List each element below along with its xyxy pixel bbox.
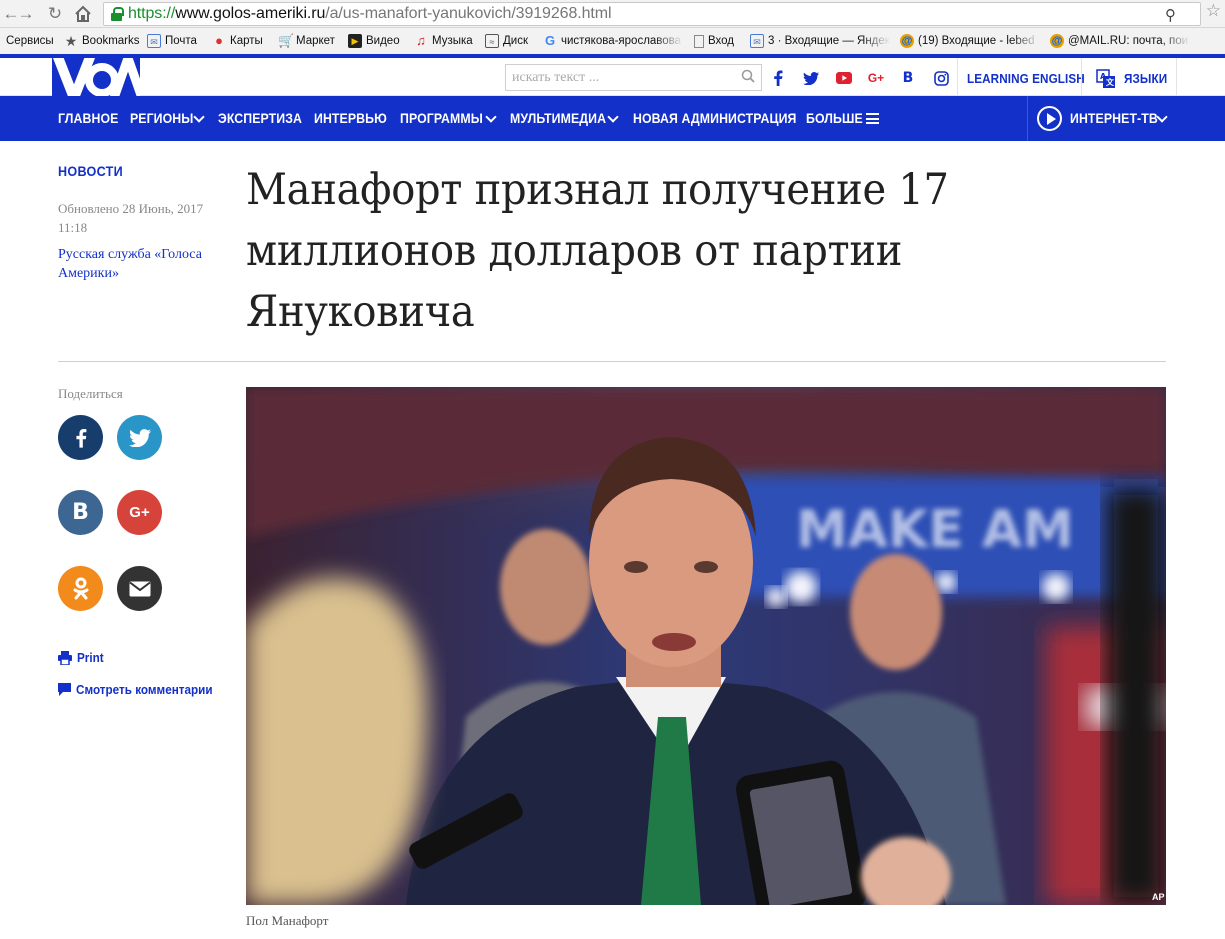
- music-icon: ♫: [416, 33, 426, 48]
- forward-icon[interactable]: →: [15, 3, 37, 25]
- learning-english-link[interactable]: LEARNING ENGLISH: [967, 71, 1085, 86]
- reload-icon[interactable]: ↻: [44, 3, 66, 25]
- zoom-icon[interactable]: ⚲: [1165, 6, 1176, 24]
- nav-item-regions[interactable]: РЕГИОНЫ: [130, 110, 193, 126]
- video-icon: ▶: [348, 34, 362, 48]
- author-link[interactable]: Русская служба «Голоса Америки»: [58, 245, 218, 283]
- bookmark-services[interactable]: Сервисы: [6, 33, 54, 49]
- page-title: Манафорт признал получение 17 миллионов …: [246, 165, 949, 337]
- utility-divider: [957, 58, 958, 96]
- bookmark-google[interactable]: Gчистякова-ярославова: [543, 33, 683, 49]
- bookmark-market[interactable]: 🛒 Маркет: [278, 33, 335, 49]
- nav-item-internet-tv[interactable]: ИНТЕРНЕТ-ТВ: [1070, 110, 1158, 126]
- bookmarks-bar: Сервисы ★ Bookmarks ✉ Почта ● Карты 🛒 Маркет…: [0, 28, 1225, 54]
- play-icon[interactable]: [1037, 106, 1062, 131]
- print-label: Print: [77, 650, 104, 665]
- nav-item-multimedia[interactable]: МУЛЬТИМЕДИА: [510, 110, 606, 126]
- share-email-button[interactable]: [117, 566, 162, 611]
- mail-ru-icon: @: [1050, 34, 1064, 48]
- menu-icon[interactable]: [866, 113, 879, 124]
- voa-logo[interactable]: [52, 58, 140, 96]
- cart-icon: 🛒: [278, 33, 295, 48]
- share-label: Поделиться: [58, 386, 123, 401]
- google-plus-icon: G+: [129, 504, 150, 521]
- disk-icon: ≈: [485, 34, 499, 48]
- mail-ru-icon: @: [900, 34, 914, 48]
- section-label[interactable]: НОВОСТИ: [58, 163, 123, 179]
- divider: [58, 361, 1166, 362]
- nav-item-main[interactable]: ГЛАВНОЕ: [58, 110, 118, 126]
- print-link[interactable]: Print: [58, 650, 107, 665]
- utility-divider: [1176, 58, 1177, 96]
- bookmark-mail[interactable]: ✉ Почта: [147, 33, 197, 49]
- vk-icon: В: [72, 500, 89, 525]
- home-icon[interactable]: [72, 3, 94, 25]
- languages-icon: A文: [1096, 69, 1116, 94]
- bookmark-yandex-inbox[interactable]: ✉ 3 · Входящие — Яндек: [750, 33, 890, 49]
- youtube-icon[interactable]: [834, 68, 854, 88]
- mail-icon: ✉: [147, 34, 161, 48]
- share-google-plus-button[interactable]: G+: [117, 490, 162, 535]
- search-input[interactable]: [506, 65, 726, 90]
- nav-divider: [1027, 96, 1028, 141]
- bookmark-disk[interactable]: ≈ Диск: [485, 33, 528, 49]
- map-pin-icon: ●: [215, 33, 223, 48]
- twitter-icon: [128, 428, 151, 447]
- odnoklassniki-icon: [73, 577, 88, 599]
- bookmark-bookmarks[interactable]: ★ Bookmarks: [64, 33, 140, 49]
- google-icon: G: [544, 33, 556, 48]
- bookmark-login[interactable]: Вход: [694, 33, 734, 49]
- comments-link[interactable]: Смотреть комментарии: [58, 682, 228, 697]
- bookmark-inbox-lebed[interactable]: @ (19) Входящие - lebed: [900, 33, 1040, 49]
- facebook-icon[interactable]: [768, 68, 788, 88]
- bookmark-music[interactable]: ♫ Музыка: [414, 33, 473, 49]
- search-icon[interactable]: [741, 69, 755, 83]
- photo-credit: AP: [1152, 892, 1165, 902]
- utility-divider: [1081, 58, 1082, 96]
- address-bar[interactable]: https://www.golos-ameriki.ru/a/us-manafo…: [103, 2, 1201, 26]
- search-box[interactable]: [505, 64, 762, 91]
- nav-item-new-administration[interactable]: НОВАЯ АДМИНИСТРАЦИЯ: [633, 110, 796, 126]
- nav-item-programs[interactable]: ПРОГРАММЫ: [400, 110, 483, 126]
- languages-link[interactable]: ЯЗЫКИ: [1124, 71, 1167, 86]
- printer-icon: [58, 650, 72, 665]
- mail-icon: ✉: [750, 34, 764, 48]
- url-text: https://www.golos-ameriki.ru/a/us-manafo…: [128, 5, 612, 22]
- nav-item-interview[interactable]: ИНТЕРВЬЮ: [314, 110, 387, 126]
- share-vk-button[interactable]: В: [58, 490, 103, 535]
- lock-icon: [111, 7, 124, 21]
- bookmark-star-icon[interactable]: ☆: [1206, 1, 1221, 21]
- twitter-icon[interactable]: [801, 68, 821, 88]
- email-icon: [128, 581, 151, 596]
- banner-text: MAKE AM: [796, 500, 1074, 560]
- star-folder-icon: ★: [64, 33, 78, 49]
- article-photo: MAKE AM AP: [246, 387, 1166, 905]
- share-odnoklassniki-button[interactable]: [58, 566, 103, 611]
- browser-toolbar: ← → ↻ https://www.golos-ameriki.ru/a/us-…: [0, 0, 1225, 28]
- share-facebook-button[interactable]: [58, 415, 103, 460]
- facebook-icon: [75, 428, 86, 448]
- comments-label: Смотреть комментарии: [76, 682, 213, 697]
- bookmark-video[interactable]: ▶ Видео: [348, 33, 400, 49]
- page-icon: [694, 34, 704, 48]
- comment-icon: [58, 683, 71, 696]
- vk-icon[interactable]: В: [898, 68, 918, 88]
- google-plus-icon[interactable]: G+: [866, 68, 886, 88]
- nav-item-expertise[interactable]: ЭКСПЕРТИЗА: [218, 110, 302, 126]
- photo-caption: Пол Манафорт: [246, 913, 329, 928]
- instagram-icon[interactable]: [931, 68, 951, 88]
- svg-text:文: 文: [1106, 77, 1115, 87]
- updated-date: Обновлено 28 Июнь, 2017 11:18: [58, 201, 204, 235]
- share-twitter-button[interactable]: [117, 415, 162, 460]
- bookmark-mail-ru[interactable]: @ @MAIL.RU: почта, пои: [1050, 33, 1190, 49]
- bookmark-maps[interactable]: ● Карты: [212, 33, 263, 49]
- nav-item-more[interactable]: БОЛЬШЕ: [806, 110, 863, 126]
